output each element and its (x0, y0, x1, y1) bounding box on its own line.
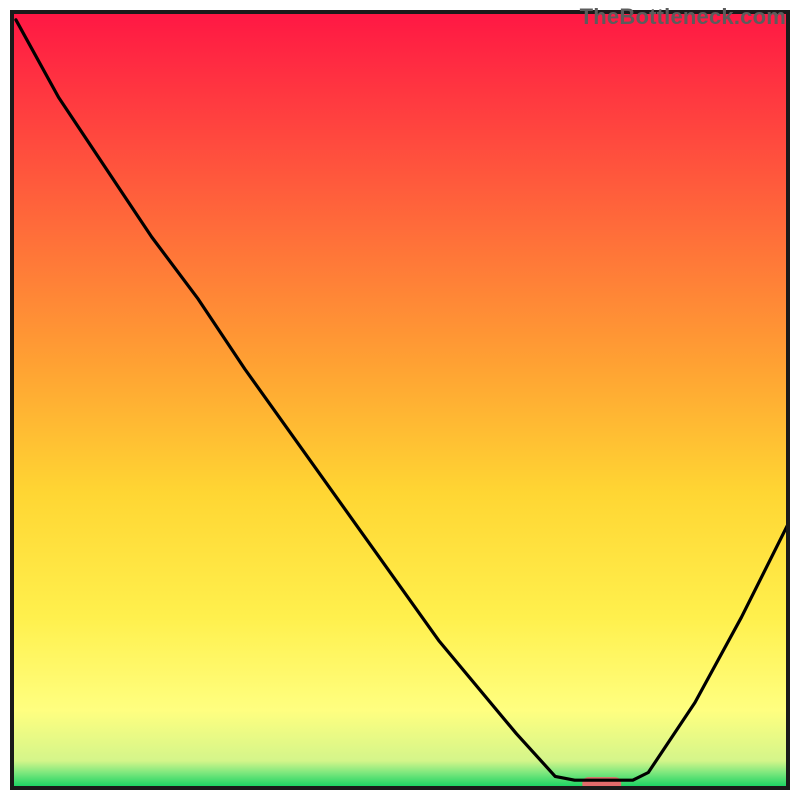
watermark-text: TheBottleneck.com (580, 4, 786, 30)
gradient-background (12, 12, 788, 788)
bottleneck-chart: TheBottleneck.com (0, 0, 800, 800)
chart-svg (0, 0, 800, 800)
